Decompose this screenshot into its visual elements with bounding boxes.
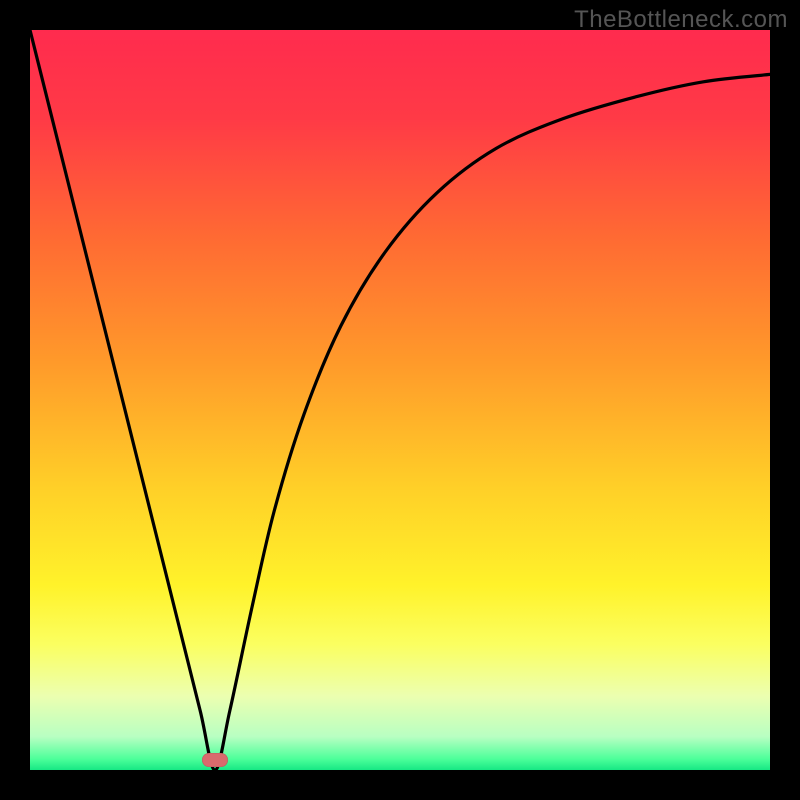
plot-area	[30, 30, 770, 770]
bottleneck-curve	[30, 30, 770, 770]
chart-frame: TheBottleneck.com	[0, 0, 800, 800]
curve-layer	[30, 30, 770, 770]
optimal-point-marker	[202, 753, 228, 767]
